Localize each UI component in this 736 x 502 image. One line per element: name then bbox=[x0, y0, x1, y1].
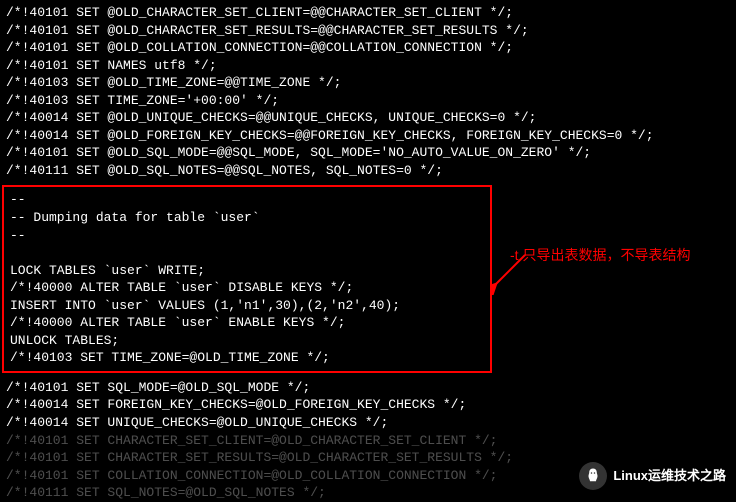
annotation-text: -t 只导出表数据，不导表结构 bbox=[510, 245, 720, 266]
code-line: -- Dumping data for table `user` bbox=[10, 209, 484, 227]
code-line: /*!40101 SET NAMES utf8 */; bbox=[6, 57, 730, 75]
watermark: Linux运维技术之路 bbox=[579, 462, 726, 490]
code-line: /*!40014 SET @OLD_FOREIGN_KEY_CHECKS=@@F… bbox=[6, 127, 730, 145]
code-line: /*!40101 SET @OLD_CHARACTER_SET_CLIENT=@… bbox=[6, 4, 730, 22]
code-line: /*!40103 SET TIME_ZONE='+00:00' */; bbox=[6, 92, 730, 110]
code-line: /*!40014 SET @OLD_UNIQUE_CHECKS=@@UNIQUE… bbox=[6, 109, 730, 127]
code-line: /*!40103 SET TIME_ZONE=@OLD_TIME_ZONE */… bbox=[10, 349, 484, 367]
code-line: INSERT INTO `user` VALUES (1,'n1',30),(2… bbox=[10, 297, 484, 315]
code-line: /*!40014 SET UNIQUE_CHECKS=@OLD_UNIQUE_C… bbox=[6, 414, 730, 432]
code-line: /*!40101 SET SQL_MODE=@OLD_SQL_MODE */; bbox=[6, 379, 730, 397]
code-line: /*!40101 SET @OLD_CHARACTER_SET_RESULTS=… bbox=[6, 22, 730, 40]
code-line: /*!40101 SET CHARACTER_SET_CLIENT=@OLD_C… bbox=[6, 432, 730, 450]
code-line: /*!40000 ALTER TABLE `user` DISABLE KEYS… bbox=[10, 279, 484, 297]
code-line: /*!40103 SET @OLD_TIME_ZONE=@@TIME_ZONE … bbox=[6, 74, 730, 92]
code-line bbox=[10, 244, 484, 262]
watermark-label: Linux运维技术之路 bbox=[613, 467, 726, 485]
code-line: /*!40014 SET FOREIGN_KEY_CHECKS=@OLD_FOR… bbox=[6, 396, 730, 414]
code-line: /*!40111 SET @OLD_SQL_NOTES=@@SQL_NOTES,… bbox=[6, 162, 730, 180]
code-line: UNLOCK TABLES; bbox=[10, 332, 484, 350]
code-line: /*!40101 SET @OLD_COLLATION_CONNECTION=@… bbox=[6, 39, 730, 57]
sql-header-block: /*!40101 SET @OLD_CHARACTER_SET_CLIENT=@… bbox=[6, 4, 730, 179]
penguin-icon bbox=[579, 462, 607, 490]
code-line: /*!40101 SET @OLD_SQL_MODE=@@SQL_MODE, S… bbox=[6, 144, 730, 162]
code-line: -- bbox=[10, 191, 484, 209]
sql-dump-highlight: ---- Dumping data for table `user`-- LOC… bbox=[2, 185, 492, 372]
code-line: -- bbox=[10, 227, 484, 245]
code-line: /*!40000 ALTER TABLE `user` ENABLE KEYS … bbox=[10, 314, 484, 332]
code-line: LOCK TABLES `user` WRITE; bbox=[10, 262, 484, 280]
